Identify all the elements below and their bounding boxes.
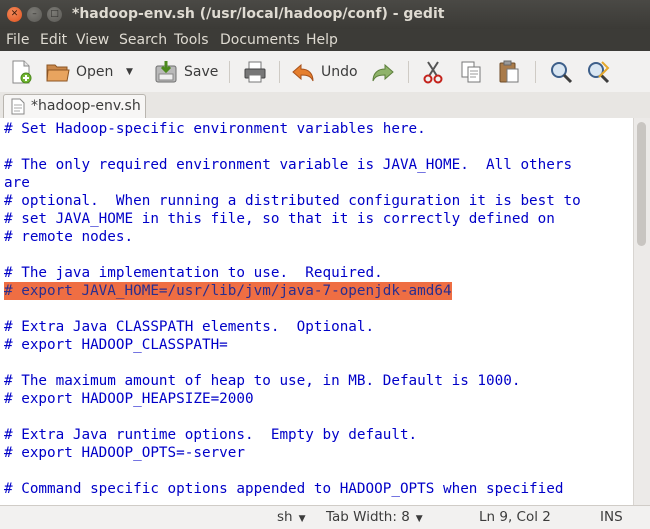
text-file-icon xyxy=(11,98,25,115)
open-recent-dropdown[interactable]: ▼ xyxy=(126,58,133,86)
open-label: Open xyxy=(76,64,114,80)
menu-bar: File Edit View Search Tools Documents He… xyxy=(0,29,650,51)
code-line: # The maximum amount of heap to use, in … xyxy=(4,373,521,389)
redo-icon xyxy=(372,63,394,82)
maximize-window-button[interactable]: □ xyxy=(47,7,62,22)
save-button[interactable]: Save xyxy=(154,58,218,86)
close-window-button[interactable]: ✕ xyxy=(7,7,22,22)
insert-mode: INS xyxy=(600,509,623,525)
code-line: # export HADOOP_HEAPSIZE=2000 xyxy=(4,391,254,407)
redo-button[interactable] xyxy=(371,58,395,86)
tab-width-label: Tab Width: 8 xyxy=(326,509,410,525)
cut-button[interactable] xyxy=(422,58,444,86)
chevron-down-icon: ▼ xyxy=(298,514,306,524)
menu-edit[interactable]: Edit xyxy=(40,32,67,48)
code-line: # Extra Java CLASSPATH elements. Optiona… xyxy=(4,319,375,335)
menu-view[interactable]: View xyxy=(76,32,109,48)
code-line: # Extra Java runtime options. Empty by d… xyxy=(4,427,418,443)
title-bar: ✕ – □ *hadoop-env.sh (/usr/local/hadoop/… xyxy=(0,0,650,29)
copy-button[interactable] xyxy=(459,58,483,86)
toolbar-separator xyxy=(535,61,536,83)
code-line: # export HADOOP_CLASSPATH= xyxy=(4,337,228,353)
undo-icon xyxy=(292,63,314,82)
menu-search[interactable]: Search xyxy=(119,32,167,48)
save-icon xyxy=(155,61,177,83)
code-line: are xyxy=(4,175,30,191)
toolbar-separator xyxy=(229,61,230,83)
print-button[interactable] xyxy=(243,58,267,86)
tab-label: *hadoop-env.sh xyxy=(31,98,141,114)
menu-file[interactable]: File xyxy=(6,32,29,48)
paste-icon xyxy=(499,60,519,83)
menu-documents[interactable]: Documents xyxy=(220,32,300,48)
copy-icon xyxy=(461,61,481,83)
tab-hadoop-env[interactable]: *hadoop-env.sh xyxy=(3,94,146,118)
undo-button[interactable]: Undo xyxy=(291,58,358,86)
vertical-scrollbar[interactable] xyxy=(633,118,650,505)
cursor-position: Ln 9, Col 2 xyxy=(479,509,551,525)
find-replace-button[interactable] xyxy=(586,58,610,86)
status-bar: sh ▼ Tab Width: 8 ▼ Ln 9, Col 2 INS xyxy=(0,505,650,529)
minimize-window-button[interactable]: – xyxy=(27,7,42,22)
selected-code-line: # export JAVA_HOME=/usr/lib/jvm/java-7-o… xyxy=(4,282,452,300)
code-line: # optional. When running a distributed c… xyxy=(4,193,581,209)
undo-label: Undo xyxy=(321,64,358,80)
search-icon xyxy=(551,62,573,84)
printer-icon xyxy=(244,61,266,83)
code-line: # export HADOOP_OPTS=-server xyxy=(4,445,246,461)
toolbar: Open ▼ Save Undo xyxy=(0,51,650,93)
chevron-down-icon: ▼ xyxy=(415,514,423,524)
text-editor[interactable]: # Set Hadoop-specific environment variab… xyxy=(0,118,633,505)
menu-help[interactable]: Help xyxy=(306,32,338,48)
code-line: # Command specific options appended to H… xyxy=(4,481,564,497)
find-button[interactable] xyxy=(549,58,573,86)
code-line: # set JAVA_HOME in this file, so that it… xyxy=(4,211,555,227)
toolbar-separator xyxy=(408,61,409,83)
scrollbar-thumb[interactable] xyxy=(637,122,646,246)
language-selector[interactable]: sh ▼ xyxy=(277,509,306,525)
new-document-button[interactable] xyxy=(10,58,32,86)
save-label: Save xyxy=(184,64,219,80)
find-replace-icon xyxy=(588,61,610,84)
chevron-down-icon: ▼ xyxy=(126,67,133,77)
toolbar-separator xyxy=(279,61,280,83)
paste-button[interactable] xyxy=(497,58,521,86)
code-line: # Set Hadoop-specific environment variab… xyxy=(4,121,426,137)
folder-open-icon xyxy=(46,64,70,82)
new-document-icon xyxy=(12,60,32,84)
code-line: # remote nodes. xyxy=(4,229,134,245)
scissors-icon xyxy=(423,61,443,84)
window-title: *hadoop-env.sh (/usr/local/hadoop/conf) … xyxy=(72,6,445,22)
code-line: # The only required environment variable… xyxy=(4,157,573,173)
code-line: # The java implementation to use. Requir… xyxy=(4,265,383,281)
menu-tools[interactable]: Tools xyxy=(174,32,209,48)
open-button[interactable]: Open xyxy=(46,58,113,86)
language-label: sh xyxy=(277,509,293,525)
tab-width-selector[interactable]: Tab Width: 8 ▼ xyxy=(326,509,423,525)
document-tabs: *hadoop-env.sh xyxy=(0,92,650,119)
